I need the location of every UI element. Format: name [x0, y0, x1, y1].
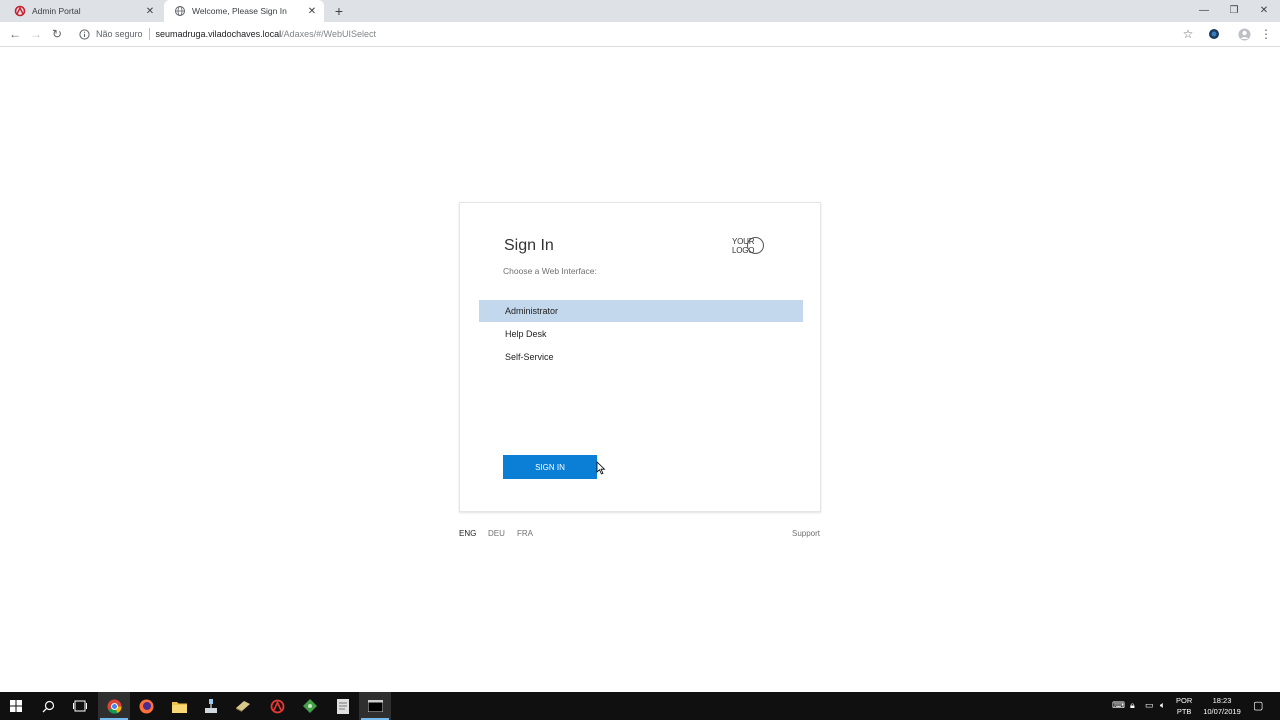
- restore-icon[interactable]: ❐: [1226, 3, 1242, 17]
- url-path: /Adaxes/#/WebUISelect: [281, 29, 376, 39]
- windows-start-icon[interactable]: [0, 692, 32, 720]
- star-bookmark-icon[interactable]: ☆: [1181, 27, 1195, 41]
- input-language-indicator[interactable]: POR PTB: [1176, 695, 1192, 717]
- system-clock[interactable]: 18:23 10/07/2019: [1198, 695, 1246, 717]
- tab-admin-portal[interactable]: Admin Portal ✕: [0, 0, 162, 22]
- clock-time: 18:23: [1212, 696, 1232, 705]
- network-tray-icon[interactable]: ▭: [1145, 700, 1154, 711]
- network-tool-icon[interactable]: [195, 692, 227, 720]
- task-view-icon[interactable]: [64, 692, 96, 720]
- document-app-icon[interactable]: [327, 692, 359, 720]
- input-layout-code: PTB: [1176, 707, 1192, 716]
- terminal-icon[interactable]: [359, 692, 391, 720]
- mouse-cursor-icon: [596, 461, 606, 475]
- windows-taskbar: ⌨ 🔒︎ ▭ 🔈︎ POR PTB 18:23 10/07/2019 ▢: [0, 692, 1280, 720]
- interface-prompt: Choose a Web Interface:: [503, 266, 597, 276]
- menu-kebab-icon[interactable]: ⋮: [1259, 27, 1273, 41]
- browser-tab-strip: Admin Portal ✕ Welcome, Please Sign In ✕…: [0, 0, 1280, 22]
- notification-center-icon[interactable]: ▢: [1253, 699, 1263, 712]
- option-label: Self-Service: [505, 352, 554, 362]
- search-icon[interactable]: [32, 692, 64, 720]
- chrome-icon[interactable]: [98, 692, 130, 720]
- close-tab-icon[interactable]: ✕: [306, 5, 318, 17]
- volume-muted-icon[interactable]: 🔈︎: [1160, 700, 1165, 711]
- option-label: Help Desk: [505, 329, 547, 339]
- info-icon[interactable]: [78, 28, 90, 40]
- security-label[interactable]: Não seguro: [96, 29, 143, 39]
- new-tab-icon[interactable]: +: [332, 3, 346, 19]
- green-app-icon[interactable]: [294, 692, 326, 720]
- extension-icon[interactable]: [1207, 27, 1221, 41]
- language-fra[interactable]: FRA: [517, 529, 533, 538]
- language-deu[interactable]: DEU: [488, 529, 505, 538]
- firefox-icon[interactable]: [130, 692, 162, 720]
- browser-toolbar: ← → ↻ Não seguro seumadruga.viladochaves…: [0, 22, 1280, 47]
- notes-app-icon[interactable]: [227, 692, 259, 720]
- sign-in-card: Sign In Choose a Web Interface: YOUR LOG…: [459, 202, 821, 512]
- company-logo: YOUR LOGO: [732, 237, 778, 255]
- interface-option-self-service[interactable]: Self-Service: [479, 346, 803, 368]
- interface-option-administrator[interactable]: Administrator: [479, 300, 803, 322]
- profile-avatar-icon[interactable]: [1237, 27, 1251, 41]
- minimize-icon[interactable]: —: [1196, 3, 1212, 17]
- interface-option-help-desk[interactable]: Help Desk: [479, 323, 803, 345]
- adaxes-icon: [14, 5, 26, 17]
- close-window-icon[interactable]: ✕: [1256, 3, 1272, 17]
- globe-icon: [174, 5, 186, 17]
- page-title: Sign In: [504, 237, 554, 254]
- keyboard-tray-icon[interactable]: ⌨: [1112, 700, 1125, 711]
- adaxes-icon[interactable]: [261, 692, 293, 720]
- forward-icon[interactable]: →: [29, 27, 43, 41]
- file-explorer-icon[interactable]: [163, 692, 195, 720]
- language-eng[interactable]: ENG: [459, 529, 476, 538]
- logo-circle-icon: [747, 237, 764, 254]
- input-language-code: POR: [1176, 696, 1193, 705]
- support-link[interactable]: Support: [792, 529, 820, 538]
- clock-date: 10/07/2019: [1203, 707, 1241, 716]
- lock-tray-icon[interactable]: 🔒︎: [1130, 700, 1135, 711]
- tab-label: Welcome, Please Sign In: [192, 6, 287, 16]
- option-label: Administrator: [505, 306, 559, 316]
- sign-in-button[interactable]: SIGN IN: [503, 455, 597, 479]
- address-separator: [148, 28, 150, 40]
- close-tab-icon[interactable]: ✕: [144, 5, 156, 17]
- reload-icon[interactable]: ↻: [50, 27, 64, 41]
- tab-welcome-sign-in[interactable]: Welcome, Please Sign In ✕: [164, 0, 324, 22]
- tab-label: Admin Portal: [32, 6, 81, 16]
- back-icon[interactable]: ←: [8, 27, 22, 41]
- address-bar[interactable]: Não seguro seumadruga.viladochaves.local…: [74, 24, 1204, 44]
- url-host: seumadruga.viladochaves.local: [155, 29, 282, 39]
